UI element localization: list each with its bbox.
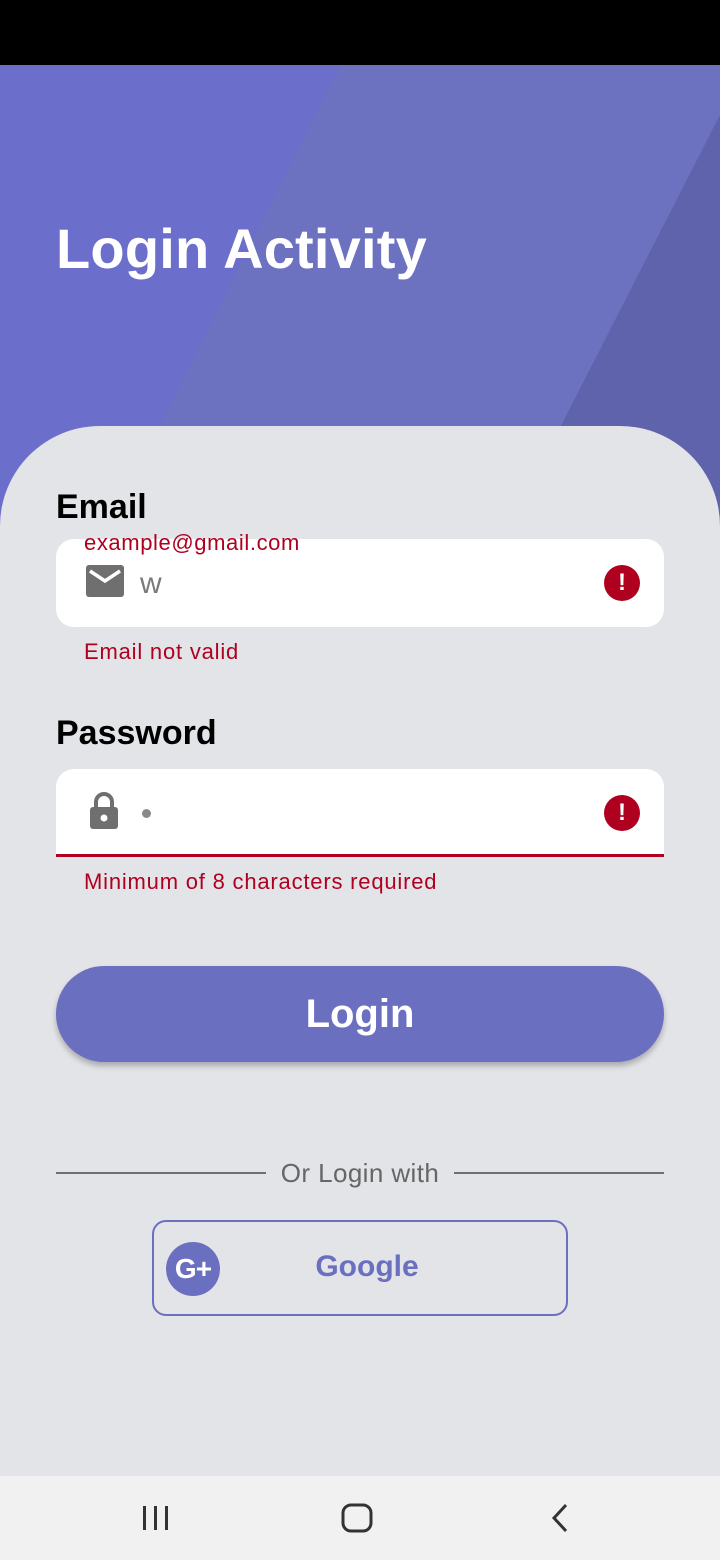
home-icon[interactable] <box>327 1496 387 1540</box>
password-error-text: Minimum of 8 characters required <box>84 869 438 894</box>
system-nav-bar <box>0 1476 720 1560</box>
or-login-with-text: Or Login with <box>280 1158 440 1188</box>
status-bar <box>0 0 720 65</box>
email-hint: example@gmail.com <box>84 530 300 555</box>
error-icon: ! <box>604 795 640 831</box>
email-label: Email <box>56 488 147 526</box>
email-input-value[interactable]: w <box>140 567 162 601</box>
page-title: Login Activity <box>56 217 427 280</box>
email-error-text: Email not valid <box>84 639 240 664</box>
password-input-value[interactable] <box>142 809 151 818</box>
mail-icon <box>86 565 124 597</box>
lock-icon <box>90 792 118 829</box>
login-button[interactable]: Login <box>56 966 664 1062</box>
recents-icon[interactable] <box>126 1496 186 1540</box>
password-field[interactable]: ! <box>56 769 664 857</box>
password-label: Password <box>56 714 217 752</box>
back-icon[interactable] <box>530 1496 590 1540</box>
google-button-label: Google <box>315 1250 419 1283</box>
error-icon: ! <box>604 565 640 601</box>
google-login-button[interactable]: G+ Google <box>152 1220 568 1316</box>
